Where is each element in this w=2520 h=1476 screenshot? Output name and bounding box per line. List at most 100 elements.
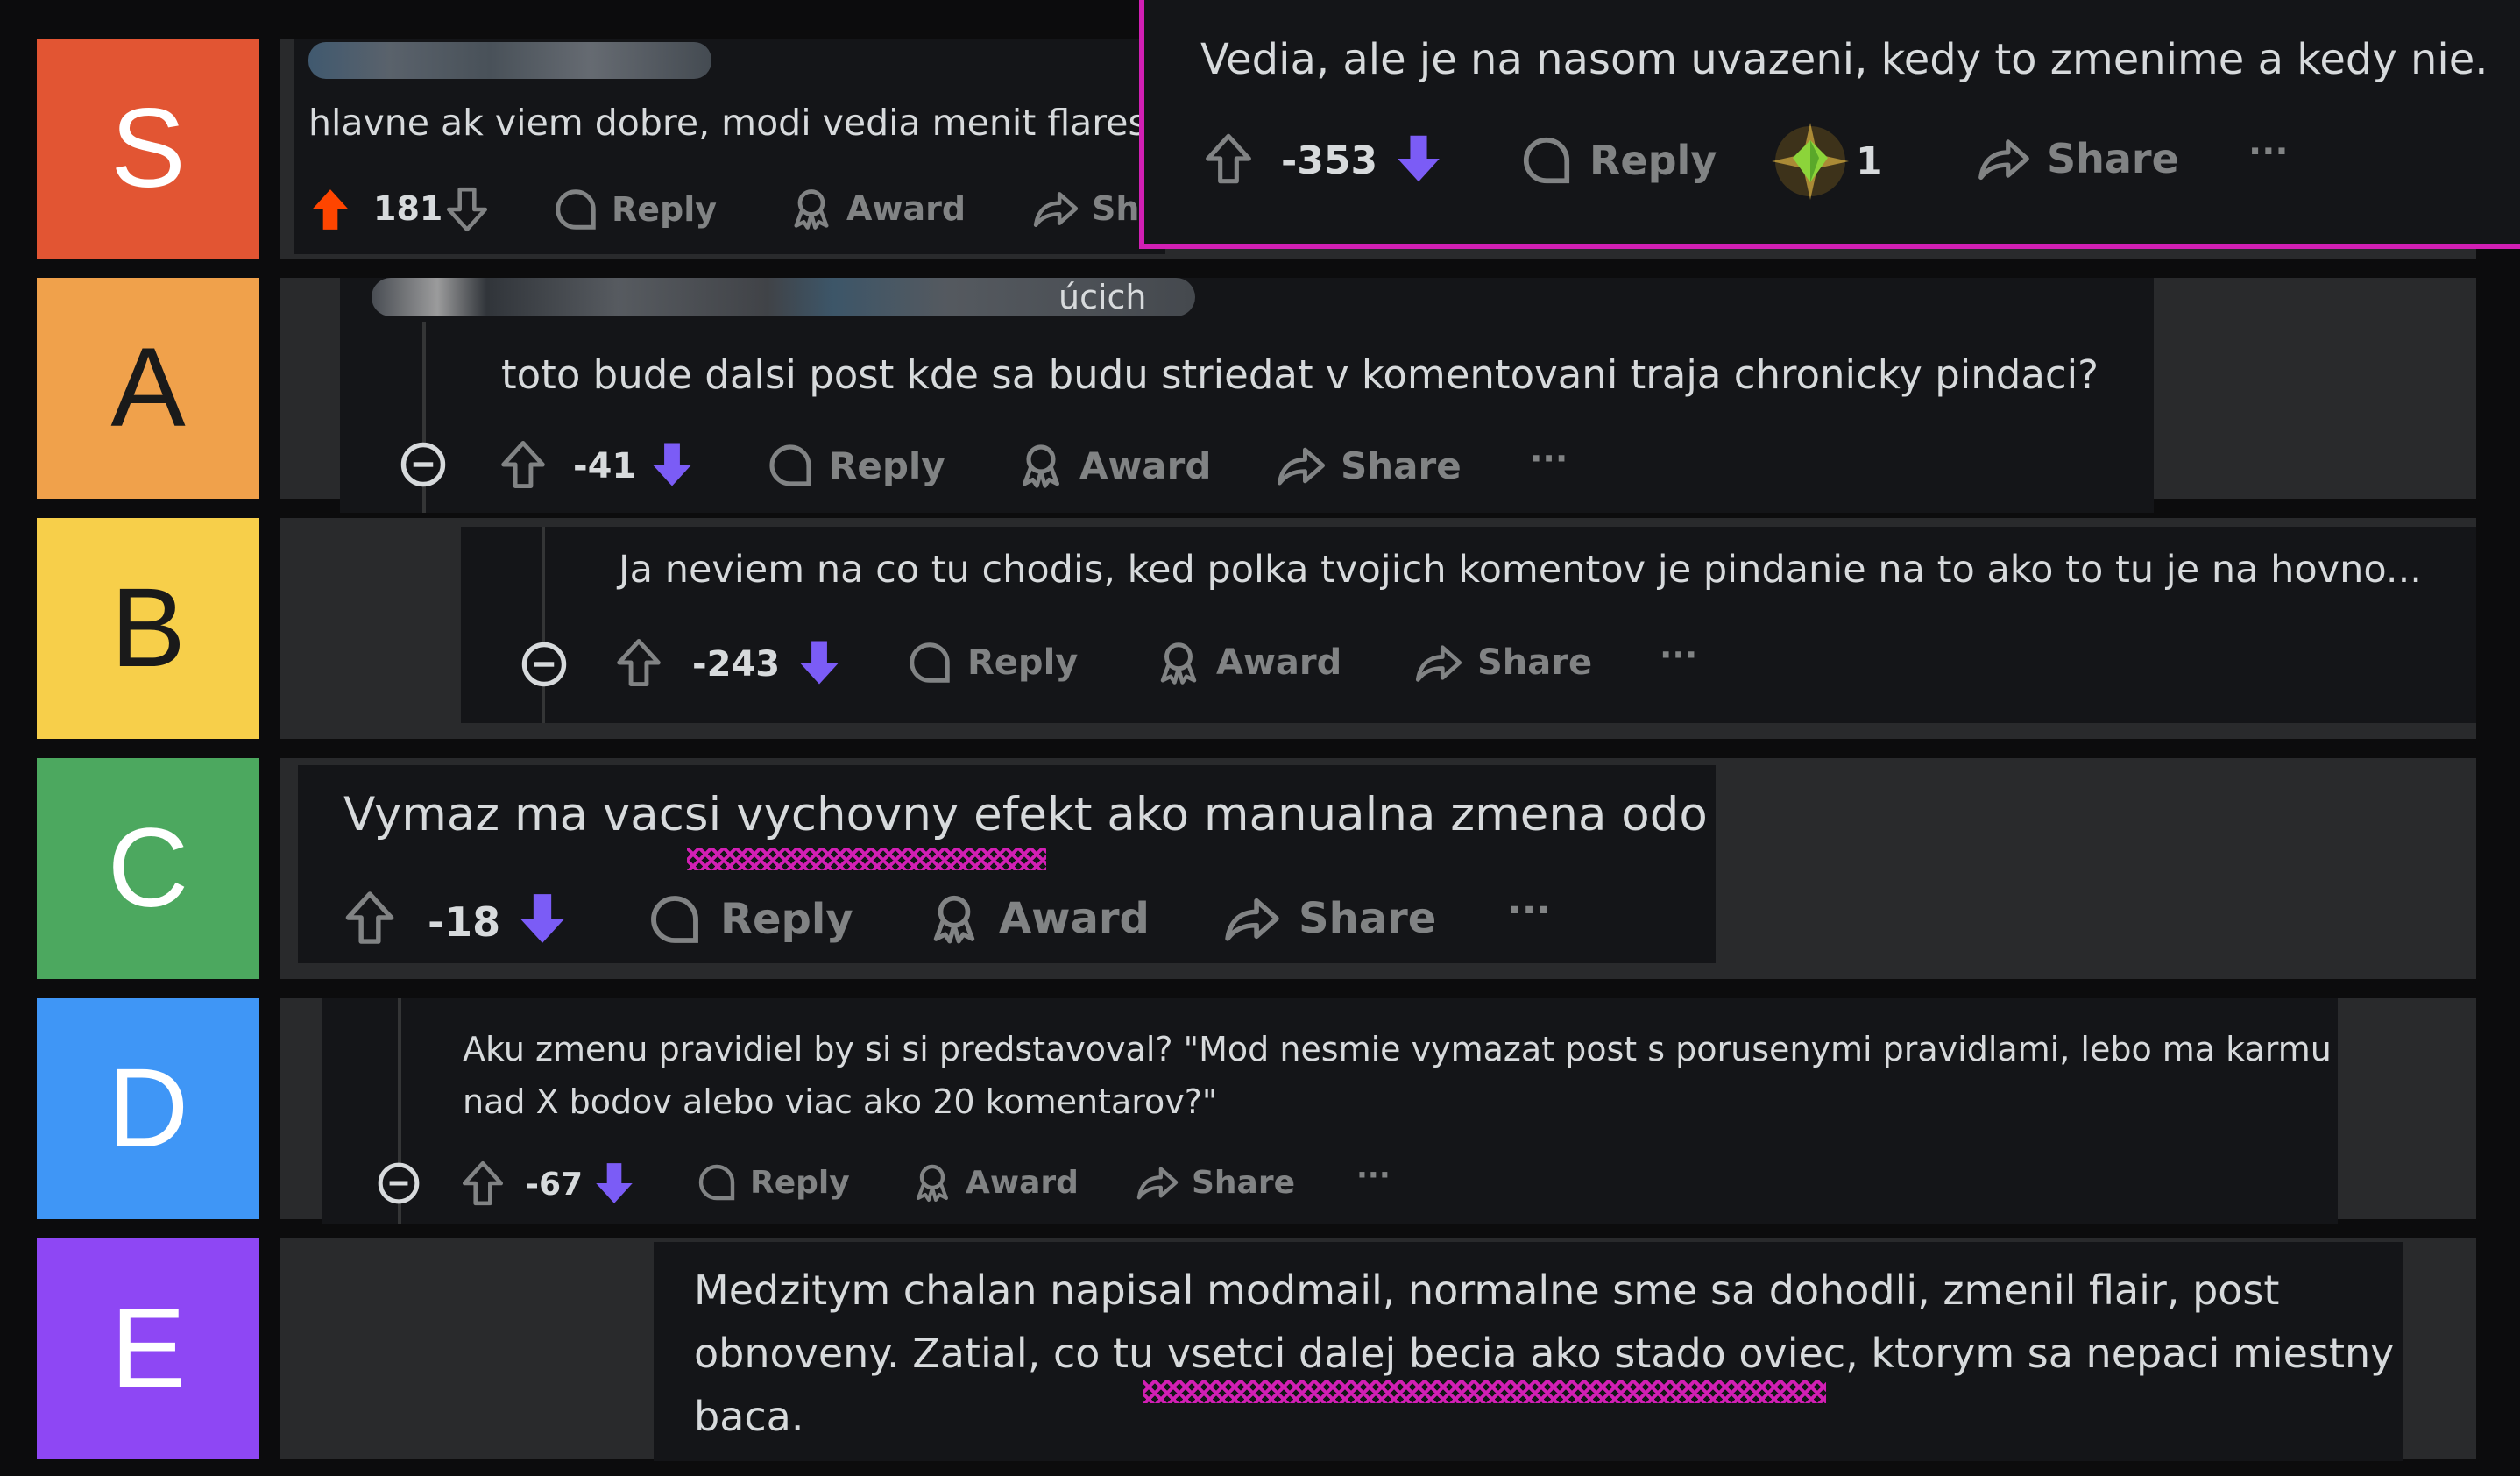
reply-label: Reply xyxy=(720,895,853,944)
award-button[interactable]: Award xyxy=(911,1161,1079,1203)
share-icon xyxy=(1136,1167,1179,1200)
downvote-button[interactable] xyxy=(1393,131,1444,186)
share-label: Share xyxy=(1299,894,1437,943)
reply-button[interactable]: Reply xyxy=(766,441,945,490)
award-gem-icon xyxy=(1772,123,1849,200)
tier-label-d: D xyxy=(37,998,259,1219)
share-icon xyxy=(1978,139,2029,181)
reply-label: Reply xyxy=(612,190,718,229)
upvote-outline-icon xyxy=(462,1160,504,1206)
upvote-button[interactable] xyxy=(615,637,662,688)
upvote-outline-icon xyxy=(501,441,545,488)
downvote-button[interactable] xyxy=(796,637,843,688)
downvote-button[interactable] xyxy=(445,186,489,233)
downvote-filled-icon xyxy=(520,894,565,943)
upvote-outline-icon xyxy=(1206,133,1251,184)
award-icon xyxy=(794,189,829,230)
award-icon xyxy=(1160,642,1197,685)
comment-b: Ja neviem na co tu chodis, ked polka tvo… xyxy=(461,527,2476,723)
more-options-button[interactable]: ··· xyxy=(1507,888,1551,933)
upvote-filled-icon xyxy=(312,189,349,230)
reply-button[interactable]: Reply xyxy=(906,639,1078,686)
collapse-button[interactable] xyxy=(400,441,447,488)
comment-d: Aku zmenu pravidiel by si si predstavova… xyxy=(322,998,2338,1224)
share-icon xyxy=(1415,645,1462,682)
share-label: Share xyxy=(2047,135,2179,182)
comment-text: hlavne ak viem dobre, modi vedia menit f… xyxy=(308,102,1147,144)
reply-button[interactable]: Reply xyxy=(552,186,717,233)
comment-text-line-2: obnoveny. Zatial, co tu vsetci dalej bec… xyxy=(694,1330,2395,1377)
more-options-button[interactable]: ··· xyxy=(1356,1158,1391,1193)
username-tail: úcich xyxy=(1058,278,1147,316)
comment-text: Vymaz ma vacsi vychovny efekt ako manual… xyxy=(343,788,1716,841)
award-button[interactable]: Award xyxy=(789,186,966,231)
vote-score: -67 xyxy=(526,1167,584,1203)
award-icon xyxy=(1023,444,1059,488)
comment-c: Vymaz ma vacsi vychovny efekt ako manual… xyxy=(298,765,1716,963)
downvote-button[interactable] xyxy=(648,439,696,490)
upvote-button[interactable] xyxy=(308,186,352,233)
upvote-outline-icon xyxy=(345,891,394,944)
tier-label-a: A xyxy=(37,278,259,499)
vote-score: -243 xyxy=(692,644,781,685)
upvote-button[interactable] xyxy=(343,890,396,946)
reply-label: Reply xyxy=(829,444,945,487)
share-button[interactable]: Share xyxy=(1276,441,1462,490)
reply-button[interactable]: Reply xyxy=(647,891,853,947)
blurred-username xyxy=(308,42,711,79)
thread-line xyxy=(542,527,545,723)
tier-label-b: B xyxy=(37,518,259,739)
award-icon xyxy=(917,1164,948,1202)
award-label: Award xyxy=(966,1164,1079,1201)
spellcheck-underline xyxy=(687,848,1046,870)
vote-score: -353 xyxy=(1281,138,1378,183)
award-badge: 1 xyxy=(1768,119,1883,203)
upvote-button[interactable] xyxy=(1204,131,1253,186)
share-button[interactable]: Share xyxy=(1223,891,1436,946)
upvote-button[interactable] xyxy=(461,1160,505,1207)
upvote-button[interactable] xyxy=(499,439,547,490)
share-icon xyxy=(1033,192,1079,227)
award-button[interactable]: Award xyxy=(1155,639,1341,686)
downvote-filled-icon xyxy=(652,443,692,486)
comment-text-line-1: Aku zmenu pravidiel by si si predstavova… xyxy=(463,1030,2332,1068)
comment-text: Vedia, ale je na nasom uvazeni, kedy to … xyxy=(1200,35,2488,84)
reply-button[interactable]: Reply xyxy=(696,1161,850,1203)
more-options-button[interactable]: ··· xyxy=(1530,439,1568,478)
more-options-button[interactable]: ··· xyxy=(1660,635,1697,674)
reply-label: Reply xyxy=(967,642,1079,683)
more-options-button[interactable]: ··· xyxy=(2248,131,2289,172)
comment-bubble-icon xyxy=(1523,137,1570,184)
downvote-filled-icon xyxy=(799,641,839,685)
comment-bubble-icon xyxy=(556,189,596,230)
award-button[interactable]: Award xyxy=(1016,441,1211,490)
tier-label-e: E xyxy=(37,1238,259,1459)
highlighted-comment-popup: Vedia, ale je na nasom uvazeni, kedy to … xyxy=(1139,0,2520,249)
award-icon xyxy=(933,895,975,944)
tier-label-c: C xyxy=(37,758,259,979)
share-button[interactable]: Share xyxy=(1977,133,2179,184)
comment-bubble-icon xyxy=(651,896,698,943)
collapse-minus-icon xyxy=(400,442,446,487)
collapse-button[interactable] xyxy=(377,1161,421,1205)
downvote-button[interactable] xyxy=(515,890,570,947)
comment-text-line-1: Medzitym chalan napisal modmail, normaln… xyxy=(694,1267,2280,1314)
share-icon xyxy=(1278,447,1325,486)
downvote-filled-icon xyxy=(596,1163,633,1203)
spellcheck-underline xyxy=(1143,1380,1826,1403)
collapse-minus-icon xyxy=(521,642,567,687)
share-button[interactable]: Share xyxy=(1414,639,1592,686)
downvote-button[interactable] xyxy=(592,1160,636,1207)
comment-e: Medzitym chalan napisal modmail, normaln… xyxy=(654,1242,2403,1461)
award-label: Award xyxy=(846,189,966,228)
comment-text-line-2: nad X bodov alebo viac ako 20 komentarov… xyxy=(463,1082,1218,1121)
reply-button[interactable]: Reply xyxy=(1519,133,1717,188)
award-button[interactable]: Award xyxy=(927,891,1150,946)
award-label: Award xyxy=(1079,444,1212,487)
downvote-outline-icon xyxy=(446,187,488,232)
share-button[interactable]: Share xyxy=(1136,1161,1295,1203)
collapse-button[interactable] xyxy=(520,641,568,688)
share-icon xyxy=(1225,898,1279,941)
comment-bubble-icon xyxy=(769,444,811,486)
collapse-minus-icon xyxy=(378,1162,420,1204)
